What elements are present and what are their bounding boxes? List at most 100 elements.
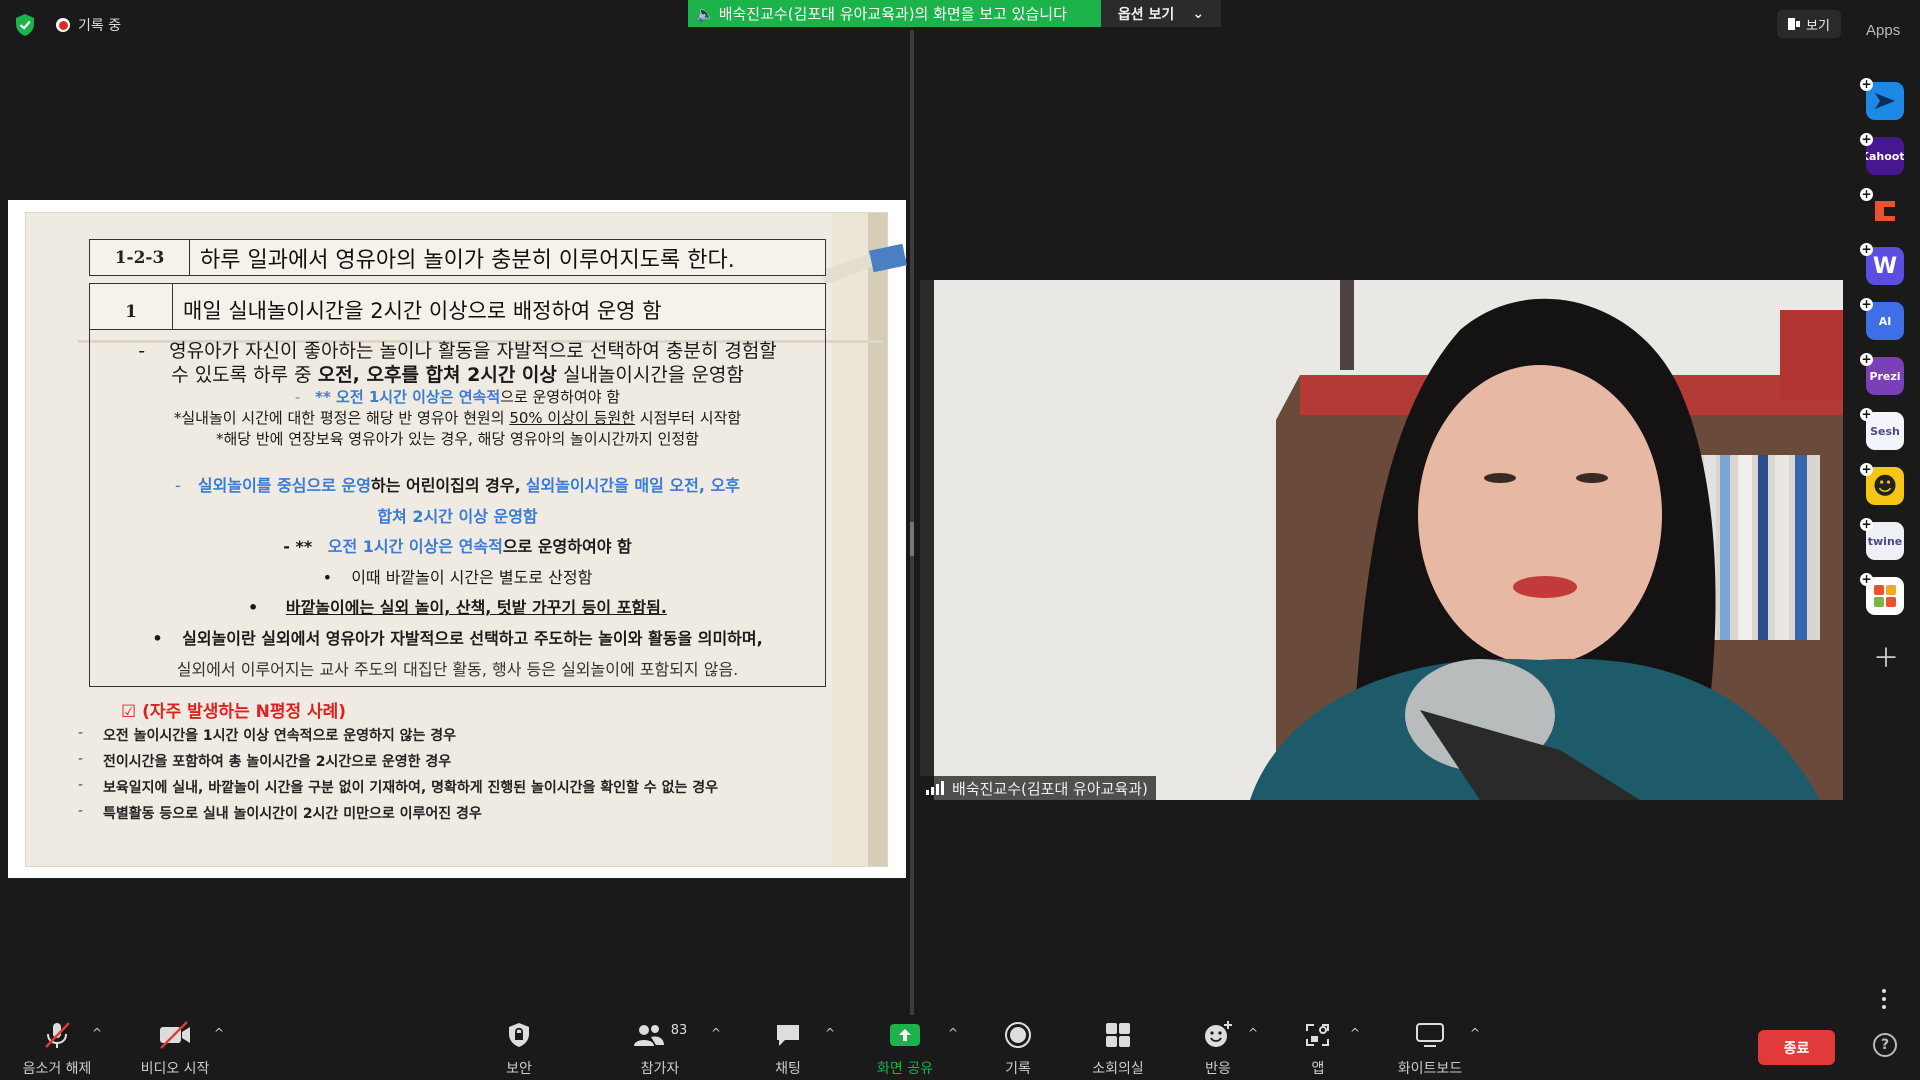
apps-button[interactable]: 앱 xyxy=(1304,1018,1332,1078)
slide-line-1: - 영유아가 자신이 좋아하는 놀이나 활동을 자발적으로 선택하여 충분히 경… xyxy=(90,336,825,363)
line11-bullet: • xyxy=(152,629,163,648)
share-options-caret[interactable]: ^ xyxy=(948,1026,958,1040)
apps-options-caret[interactable]: ^ xyxy=(1350,1026,1360,1040)
add-app-plus-icon[interactable]: + xyxy=(1860,78,1873,91)
chat-options-caret[interactable]: ^ xyxy=(825,1026,835,1040)
add-app-icon[interactable]: ＋ xyxy=(1873,638,1899,675)
slide-line-9: • 이때 바깥놀이 시간은 별도로 산정함 xyxy=(90,564,825,588)
slide-canvas: 1-2-3 하루 일과에서 영유아의 놀이가 충분히 이루어지도록 한다. 1 … xyxy=(25,212,907,867)
add-app-plus-icon[interactable]: + xyxy=(1860,463,1873,476)
list-item: - 오전 놀이시간을 1시간 이상 연속적으로 운영하지 않는 경우 xyxy=(78,725,718,751)
apps-toolbar-label: 앱 xyxy=(1311,1061,1325,1077)
mute-label: 음소거 해제 xyxy=(22,1061,92,1077)
indicator-number: 1-2-3 xyxy=(90,240,190,275)
list-item: - 전이시간을 포함하여 총 놀이시간을 2시간으로 운영한 경우 xyxy=(78,751,718,777)
line3-blue: ** 오전 1시간 이상은 연속적 xyxy=(315,388,501,406)
line11-text: 실외놀이란 실외에서 영유아가 자발적으로 선택하고 주도하는 놀이와 활동을 … xyxy=(182,629,763,648)
slide-line-12: 실외에서 이루어지는 교사 주도의 대집단 활동, 행사 등은 실외놀이에 포함… xyxy=(176,660,739,679)
mic-muted-icon xyxy=(45,1022,70,1048)
chat-button[interactable]: 채팅 xyxy=(770,1018,806,1078)
record-label: 기록 xyxy=(1005,1061,1031,1077)
video-options-caret[interactable]: ^ xyxy=(214,1026,224,1040)
view-button[interactable]: 보기 xyxy=(1777,10,1841,38)
slide-line-3: - ** 오전 1시간 이상은 연속적으로 운영하여야 함 xyxy=(90,386,825,407)
reactions-icon xyxy=(1205,1021,1232,1047)
start-video-button[interactable]: 비디오 시작 xyxy=(135,1018,215,1078)
add-app-plus-icon[interactable]: + xyxy=(1860,353,1873,366)
line10-bullet: • xyxy=(248,598,259,617)
line2-c: 실내놀이시간을 운영함 xyxy=(562,364,744,386)
breakout-rooms-icon xyxy=(1106,1023,1130,1047)
line4-a: *실내놀이 시간에 대한 평정은 해당 반 영유아 현원의 xyxy=(173,409,505,427)
line9-bullet: • xyxy=(322,568,333,587)
audio-options-caret[interactable]: ^ xyxy=(92,1026,102,1040)
participants-icon xyxy=(633,1025,664,1046)
add-app-plus-icon[interactable]: + xyxy=(1860,188,1873,201)
line8-rest: 으로 운영하여야 함 xyxy=(502,537,632,556)
help-icon[interactable]: ? xyxy=(1873,1033,1897,1057)
participants-options-caret[interactable]: ^ xyxy=(711,1026,721,1040)
line5-text: *해당 반에 연장보육 영유아가 있는 경우, 해당 영유아의 놀이시간까지 인… xyxy=(216,430,699,448)
list-item-text: 보육일지에 실내, 바깥놀이 시간을 구분 없이 기재하여, 명확하게 진행된 … xyxy=(103,780,718,796)
mute-button[interactable]: 음소거 해제 xyxy=(16,1018,98,1078)
share-screen-icon xyxy=(890,1024,920,1046)
start-video-label: 비디오 시작 xyxy=(140,1061,210,1077)
add-app-plus-icon[interactable]: + xyxy=(1860,298,1873,311)
add-app-plus-icon[interactable]: + xyxy=(1860,573,1873,586)
list-item-text: 전이시간을 포함하여 총 놀이시간을 2시간으로 운영한 경우 xyxy=(103,754,452,770)
share-screen-label: 화면 공유 xyxy=(877,1061,933,1077)
divider-handle[interactable] xyxy=(910,522,914,556)
line6-dash: - xyxy=(175,476,181,495)
line6-mid: 하는 어린이집의 경우, xyxy=(370,476,521,495)
more-options-icon[interactable] xyxy=(1882,988,1886,1010)
add-app-plus-icon[interactable]: + xyxy=(1860,518,1873,531)
add-app-plus-icon[interactable]: + xyxy=(1860,408,1873,421)
line2-bold: 오전, 오후를 합쳐 2시간 이상 xyxy=(317,364,557,386)
security-shield-icon[interactable] xyxy=(14,13,36,37)
participant-video[interactable] xyxy=(920,280,1843,800)
add-app-plus-icon[interactable]: + xyxy=(1860,243,1873,256)
reactions-button[interactable]: 반응 xyxy=(1200,1018,1236,1078)
security-button[interactable]: 보안 xyxy=(498,1018,540,1078)
reactions-options-caret[interactable]: ^ xyxy=(1248,1026,1258,1040)
chevron-down-icon: ⌄ xyxy=(1192,5,1205,22)
sub-indicator-title: 매일 실내놀이시간을 2시간 이상으로 배정하여 운영 함 xyxy=(183,298,662,323)
participant-name: 배숙진교수(김포대 유아교육과) xyxy=(952,779,1148,798)
indicator-title: 하루 일과에서 영유아의 놀이가 충분히 이루어지도록 한다. xyxy=(200,247,735,273)
list-dash: - xyxy=(78,725,84,741)
whiteboard-options-caret[interactable]: ^ xyxy=(1470,1026,1480,1040)
list-item-text: 특별활동 등으로 실내 놀이시간이 2시간 미만으로 이루어진 경우 xyxy=(103,806,482,822)
slide-line-4: *실내놀이 시간에 대한 평정은 해당 반 영유아 현원의 50% 이상이 등원… xyxy=(90,407,825,428)
signal-strength-icon xyxy=(926,781,944,795)
breakout-rooms-button[interactable]: 소회의실 xyxy=(1087,1018,1149,1078)
whiteboard-label: 화이트보드 xyxy=(1397,1061,1463,1077)
video-frame xyxy=(920,280,1843,800)
whiteboard-icon xyxy=(1416,1023,1444,1047)
list-dash: - xyxy=(78,803,84,819)
participants-button[interactable]: 83 참가자 xyxy=(628,1018,692,1078)
line8-blue: 오전 1시간 이상은 연속적 xyxy=(327,537,503,556)
list-item: - 특별활동 등으로 실내 놀이시간이 2시간 미만으로 이루어진 경우 xyxy=(78,803,718,829)
view-options-label: 옵션 보기 xyxy=(1117,6,1175,23)
participants-count: 83 xyxy=(670,1022,688,1038)
share-screen-button[interactable]: 화면 공유 xyxy=(872,1018,938,1078)
line8-prefix: - ** xyxy=(283,537,313,556)
end-meeting-button[interactable]: 종료 xyxy=(1758,1030,1835,1065)
security-icon xyxy=(509,1023,529,1047)
sub-indicator-number: 1 xyxy=(90,284,173,329)
list-item-text: 오전 놀이시간을 1시간 이상 연속적으로 운영하지 않는 경우 xyxy=(103,728,456,744)
slide-line-10: • 바깥놀이에는 실외 놀이, 산책, 텃밭 가꾸기 등이 포함됨. xyxy=(90,594,825,618)
tape-decor-icon xyxy=(821,243,907,285)
record-icon xyxy=(1005,1022,1031,1048)
slide-line-7: 합쳐 2시간 이상 운영함 xyxy=(377,507,538,526)
whiteboard-button[interactable]: 화이트보드 xyxy=(1390,1018,1470,1078)
chat-icon xyxy=(777,1025,799,1046)
indicator-content-box: 1 매일 실내놀이시간을 2시간 이상으로 배정하여 운영 함 - 영유아가 자… xyxy=(89,283,826,687)
recording-indicator[interactable]: 기록 중 xyxy=(56,15,121,35)
line10-text: 바깥놀이에는 실외 놀이, 산책, 텃밭 가꾸기 등이 포함됨. xyxy=(285,598,667,617)
record-button[interactable]: 기록 xyxy=(1000,1018,1036,1078)
add-app-plus-icon[interactable]: + xyxy=(1860,133,1873,146)
sub-indicator-header: 1 매일 실내놀이시간을 2시간 이상으로 배정하여 운영 함 xyxy=(90,284,825,330)
line4-underline: 50% 이상이 등원한 xyxy=(509,409,635,427)
view-options-button[interactable]: 옵션 보기 ⌄ xyxy=(1101,0,1221,27)
